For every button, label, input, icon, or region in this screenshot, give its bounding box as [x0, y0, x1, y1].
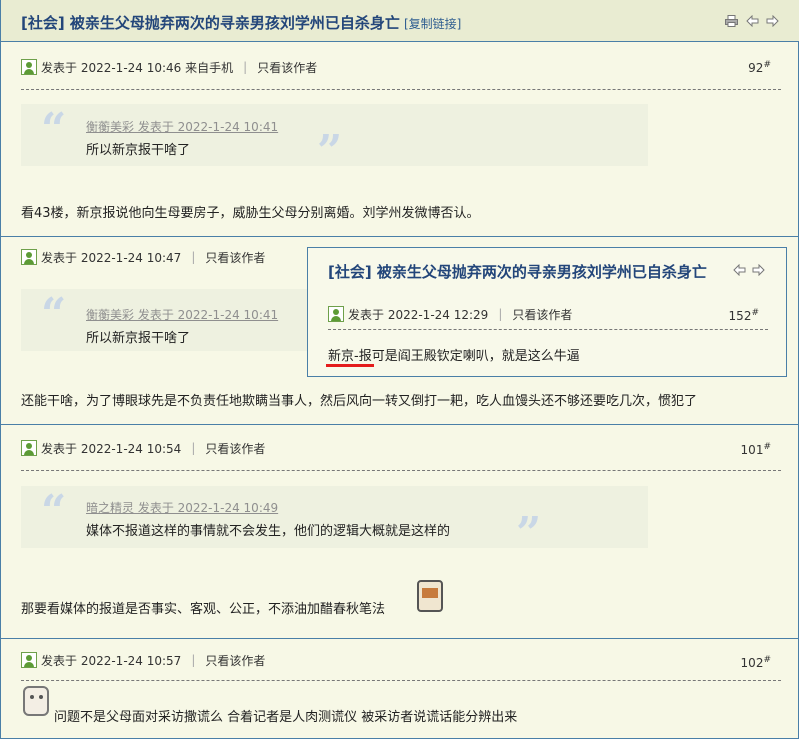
quote-text: 所以新京报干啥了: [86, 143, 191, 158]
popup-time: 发表于 2022-1-24 12:29: [348, 307, 489, 322]
only-author-link[interactable]: 只看该作者: [205, 249, 265, 266]
thread-frame: [社会] 被亲生父母抛弃两次的寻亲男孩刘学州已自杀身亡 [复制链接] 发表于 20…: [0, 0, 799, 739]
quote-open-icon: “: [41, 289, 67, 340]
separator: |: [191, 653, 196, 667]
divider: [21, 89, 781, 90]
avatar[interactable]: [21, 440, 37, 456]
post-text: 看43楼，新京报说他向生母要房子，威胁生父母分别离婚。刘学州发微博否认。: [21, 206, 480, 221]
red-underline-annotation: [326, 364, 374, 367]
only-author-link[interactable]: 只看该作者: [205, 652, 265, 669]
floor-number[interactable]: 92#: [748, 60, 771, 75]
thread-title-text: [社会] 被亲生父母抛弃两次的寻亲男孩刘学州已自杀身亡: [21, 14, 400, 32]
post-text: 那要看媒体的报道是否事实、客观、公正，不添油加醋春秋笔法: [21, 602, 386, 617]
separator: |: [498, 307, 503, 321]
avatar[interactable]: [21, 249, 37, 265]
avatar[interactable]: [328, 306, 344, 322]
prev-icon[interactable]: [745, 14, 759, 27]
post-meta: 发表于 2022-1-24 10:57 | 只看该作者: [21, 652, 265, 668]
quote-close-icon: ”: [317, 126, 343, 177]
popup-meta: 发表于 2022-1-24 12:29 | 只看该作者: [328, 306, 572, 322]
post-time: 发表于 2022-1-24 10:47: [41, 250, 182, 265]
quote-author[interactable]: 暗之精灵 发表于 2022-1-24 10:49: [86, 499, 278, 516]
divider: [21, 470, 781, 471]
popup-title: [社会] 被亲生父母抛弃两次的寻亲男孩刘学州已自杀身亡: [328, 263, 707, 281]
floor-number[interactable]: 102#: [741, 655, 771, 670]
quote-close-icon: ”: [516, 508, 542, 559]
post-item: 发表于 2022-1-24 10:46 来自手机 | 只看该作者 92# “ 衡…: [1, 42, 799, 237]
thread-header: [社会] 被亲生父母抛弃两次的寻亲男孩刘学州已自杀身亡 [复制链接]: [1, 0, 799, 42]
quote-author[interactable]: 衡蘅美彩 发表于 2022-1-24 10:41: [86, 118, 278, 135]
floor-value: 92: [748, 61, 764, 75]
emoji-icon: [23, 686, 49, 716]
only-author-link[interactable]: 只看该作者: [512, 306, 572, 323]
floor-number[interactable]: 101#: [741, 442, 771, 457]
floor-mark: #: [763, 442, 771, 452]
post-text: 还能干啥，为了博眼球先是不负责任地欺瞒当事人，然后风向一转又倒打一耙，吃人血馒头…: [21, 394, 698, 409]
next-icon[interactable]: [765, 14, 779, 27]
post-item: 发表于 2022-1-24 10:54 | 只看该作者 101# “ 暗之精灵 …: [1, 425, 799, 639]
floor-preview-popup: [社会] 被亲生父母抛弃两次的寻亲男孩刘学州已自杀身亡 发表于 2022-1-2…: [307, 247, 787, 377]
quote-author[interactable]: 衡蘅美彩 发表于 2022-1-24 10:41: [86, 306, 278, 323]
quote-block: “ 暗之精灵 发表于 2022-1-24 10:49 媒体不报道这样的事情就不会…: [21, 486, 648, 556]
popup-text: 新京-报可是阎王殿钦定喇叭，就是这么牛逼: [328, 349, 580, 364]
only-author-link[interactable]: 只看该作者: [205, 440, 265, 457]
post-time: 发表于 2022-1-24 10:54: [41, 441, 182, 456]
quote-open-icon: “: [41, 486, 67, 537]
floor-value: 152: [728, 309, 752, 323]
emoji-icon: [417, 580, 443, 612]
quote-text: 媒体不报道这样的事情就不会发生，他们的逻辑大概就是这样的: [86, 524, 451, 539]
separator: |: [191, 250, 196, 264]
floor-value: 101: [740, 443, 764, 457]
post-time: 发表于 2022-1-24 10:46 来自手机: [41, 60, 234, 75]
only-author-link[interactable]: 只看该作者: [257, 59, 317, 76]
separator: |: [243, 60, 248, 74]
post-meta: 发表于 2022-1-24 10:47 | 只看该作者: [21, 249, 265, 265]
post-meta: 发表于 2022-1-24 10:46 来自手机 | 只看该作者: [21, 59, 317, 75]
floor-mark: #: [751, 308, 759, 318]
post-time: 发表于 2022-1-24 10:57: [41, 653, 182, 668]
separator: |: [191, 441, 196, 455]
quote-block: “ 衡蘅美彩 发表于 2022-1-24 10:41 所以新京报干啥了 ”: [21, 104, 648, 174]
popup-floor-number[interactable]: 152#: [729, 308, 759, 323]
thread-title: [社会] 被亲生父母抛弃两次的寻亲男孩刘学州已自杀身亡 [复制链接]: [21, 12, 461, 33]
next-icon[interactable]: [752, 263, 765, 279]
copy-link[interactable]: [复制链接]: [404, 17, 461, 31]
avatar[interactable]: [21, 59, 37, 75]
quote-text: 所以新京报干啥了: [86, 331, 191, 346]
divider: [328, 329, 768, 330]
avatar[interactable]: [21, 652, 37, 668]
divider: [21, 680, 781, 681]
floor-mark: #: [763, 60, 771, 70]
post-meta: 发表于 2022-1-24 10:54 | 只看该作者: [21, 440, 265, 456]
floor-value: 102: [740, 656, 764, 670]
post-text: 问题不是父母面对采访撒谎么 合着记者是人肉测谎仪 被采访者说谎话能分辨出来: [54, 710, 518, 725]
post-item: 发表于 2022-1-24 10:57 | 只看该作者 102# 问题不是父母面…: [1, 639, 799, 739]
prev-icon[interactable]: [733, 263, 746, 279]
print-icon[interactable]: [724, 14, 738, 27]
floor-mark: #: [763, 655, 771, 665]
quote-open-icon: “: [41, 104, 67, 155]
